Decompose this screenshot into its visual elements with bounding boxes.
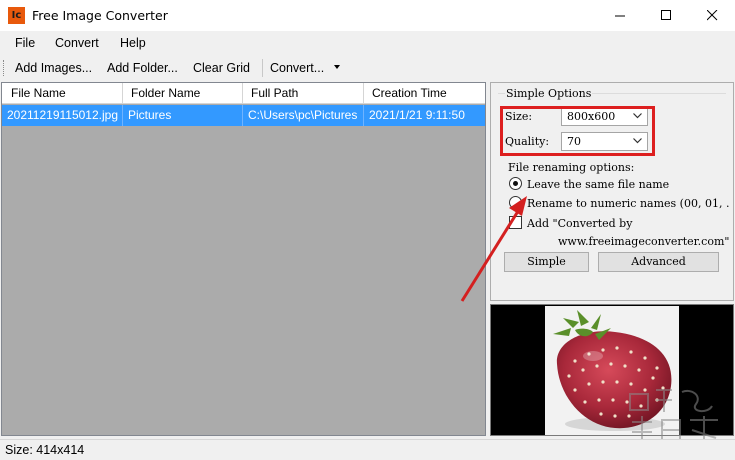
cell-file-name: 20211219115012.jpg <box>2 105 123 126</box>
convert-button[interactable]: Convert... <box>270 61 324 75</box>
cell-full-path: C:\Users\pc\Pictures <box>243 105 364 126</box>
add-folder-button[interactable]: Add Folder... <box>107 61 178 75</box>
toolbar-grip[interactable] <box>3 60 6 76</box>
column-full-path[interactable]: Full Path <box>243 83 364 104</box>
cell-folder-name: Pictures <box>123 105 243 126</box>
toolbar-separator <box>262 59 263 77</box>
title-bar: Ic Free Image Converter <box>0 0 735 31</box>
add-converted-checkbox[interactable] <box>509 216 522 229</box>
radio-same-name[interactable] <box>509 177 522 190</box>
renaming-label: File renaming options: <box>508 161 635 174</box>
status-text: Size: 414x414 <box>5 443 85 457</box>
menu-help[interactable]: Help <box>120 36 146 50</box>
convert-dropdown-icon[interactable] <box>334 65 340 69</box>
watermark-logo <box>629 389 718 442</box>
menu-convert[interactable]: Convert <box>55 36 99 50</box>
close-button[interactable] <box>689 0 735 31</box>
grid-header: File Name Folder Name Full Path Creation… <box>2 83 485 104</box>
column-creation-time[interactable]: Creation Time <box>364 83 485 104</box>
image-grid[interactable]: File Name Folder Name Full Path Creation… <box>1 82 486 436</box>
highlight-box <box>500 106 655 156</box>
radio-numeric-names-label: Rename to numeric names (00, 01, . <box>527 197 730 210</box>
add-converted-label: Add "Converted by <box>527 217 633 230</box>
radio-numeric-names[interactable] <box>509 196 522 209</box>
app-icon: Ic <box>8 7 25 24</box>
maximize-icon <box>661 10 671 20</box>
table-row[interactable]: 20211219115012.jpg Pictures C:\Users\pc\… <box>2 105 485 126</box>
advanced-button[interactable]: Advanced <box>598 252 719 272</box>
menu-bar: File Convert Help <box>0 31 735 55</box>
options-panel: Simple Options Size: 800x600 Quality: 70… <box>490 82 734 301</box>
add-converted-label-2: www.freeimageconverter.com" <box>558 235 730 248</box>
maximize-button[interactable] <box>643 0 689 31</box>
simple-button[interactable]: Simple <box>504 252 589 272</box>
minimize-icon <box>615 15 625 17</box>
status-bar: Size: 414x414 <box>0 439 735 460</box>
close-icon <box>707 10 718 21</box>
window-title: Free Image Converter <box>32 8 168 23</box>
add-images-button[interactable]: Add Images... <box>15 61 92 75</box>
column-file-name[interactable]: File Name <box>2 83 123 104</box>
column-folder-name[interactable]: Folder Name <box>123 83 243 104</box>
menu-file[interactable]: File <box>15 36 35 50</box>
radio-same-name-label: Leave the same file name <box>527 178 670 191</box>
minimize-button[interactable] <box>597 0 643 31</box>
group-title: Simple Options <box>505 87 593 100</box>
toolbar: Add Images... Add Folder... Clear Grid C… <box>0 56 735 80</box>
cell-creation-time: 2021/1/21 9:11:50 <box>369 108 465 122</box>
clear-grid-button[interactable]: Clear Grid <box>193 61 250 75</box>
